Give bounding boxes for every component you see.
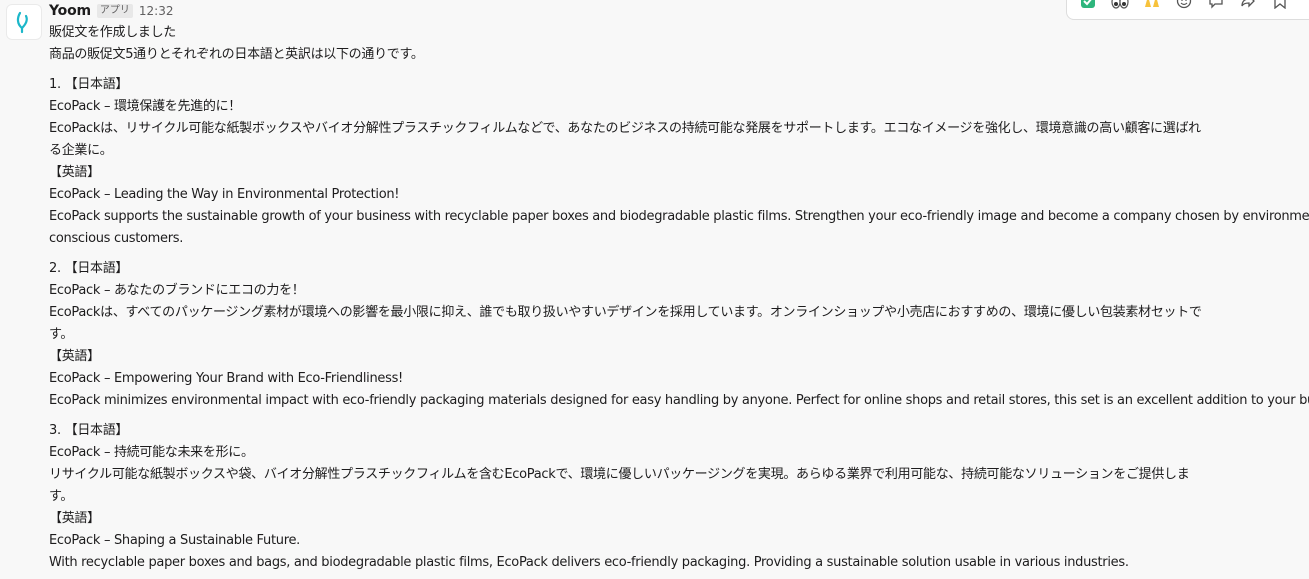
message-line: EcoPack supports the sustainable growth … — [49, 209, 1309, 224]
check-mark-icon[interactable] — [1077, 0, 1099, 9]
section-subheading: 【英語】 — [49, 165, 100, 180]
reply-in-thread-icon[interactable] — [1205, 0, 1227, 9]
raised-hands-icon[interactable] — [1141, 0, 1163, 9]
message-line: With recyclable paper boxes and bags, an… — [49, 555, 1129, 570]
message-line: す。 — [49, 489, 74, 504]
message-body: 販促文を作成しました 商品の販促文5通りとそれぞれの日本語と英訳は以下の通りです… — [49, 22, 1309, 574]
yoom-avatar[interactable] — [6, 4, 42, 40]
more-actions-icon[interactable] — [1301, 0, 1309, 9]
message-line: EcoPackは、すべてのパッケージング素材が環境への影響を最小限に抑え、誰でも… — [49, 305, 1202, 320]
message-line: リサイクル可能な紙製ボックスや袋、バイオ分解性プラスチックフィルムを含むEcoP… — [49, 467, 1190, 482]
message-line: 商品の販促文5通りとそれぞれの日本語と英訳は以下の通りです。 — [49, 47, 424, 62]
section-subheading: 【英語】 — [49, 511, 100, 526]
bookmark-icon[interactable] — [1269, 0, 1291, 9]
message-line: EcoPack – 環境保護を先進的に！ — [49, 99, 241, 114]
section-heading: 2. 【日本語】 — [49, 261, 129, 276]
share-message-icon[interactable] — [1237, 0, 1259, 9]
message-line: 販促文を作成しました — [49, 25, 177, 40]
yoom-logo-icon — [16, 11, 28, 34]
sender-name[interactable]: Yoom — [49, 3, 91, 19]
message-line: EcoPack – Leading the Way in Environment… — [49, 187, 400, 202]
message-timestamp[interactable]: 12:32 — [139, 4, 174, 18]
message-line: EcoPack – Empowering Your Brand with Eco… — [49, 371, 403, 386]
message-line: す。 — [49, 327, 74, 342]
message-line: EcoPack minimizes environmental impact w… — [49, 393, 1309, 408]
message-line: EcoPack – あなたのブランドにエコの力を！ — [49, 283, 305, 298]
message-line: る企業に。 — [49, 143, 113, 158]
message-line: EcoPack – 持続可能な未来を形に。 — [49, 445, 254, 460]
message-line: EcoPack – Shaping a Sustainable Future. — [49, 533, 300, 548]
section-subheading: 【英語】 — [49, 349, 100, 364]
app-badge: アプリ — [96, 4, 133, 18]
section-heading: 1. 【日本語】 — [49, 77, 129, 92]
chat-message: Yoom アプリ 12:32 販促文を作成しました 商品の販促文5通りとそれぞれ… — [0, 0, 1309, 579]
eyes-icon[interactable] — [1109, 0, 1131, 9]
message-line: conscious customers. — [49, 231, 184, 246]
message-header: Yoom アプリ 12:32 — [49, 1, 173, 21]
message-actions-toolbar — [1066, 0, 1309, 20]
section-heading: 3. 【日本語】 — [49, 423, 129, 438]
message-line: EcoPackは、リサイクル可能な紙製ボックスやバイオ分解性プラスチックフィルム… — [49, 121, 1201, 136]
add-reaction-icon[interactable] — [1173, 0, 1195, 9]
